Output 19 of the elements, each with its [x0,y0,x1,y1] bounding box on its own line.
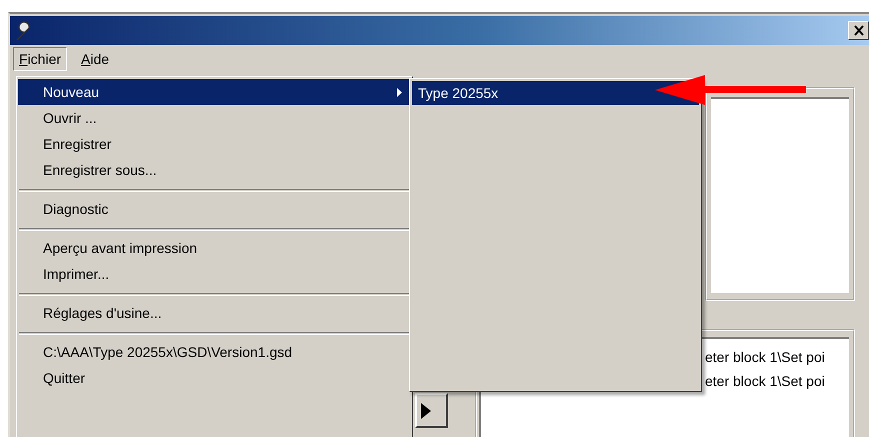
menu-item[interactable]: Type 20255x [412,81,699,105]
menu-item[interactable]: Nouveau [18,79,412,105]
menu-item[interactable]: Ouvrir ... [18,105,412,131]
menu-item[interactable]: Diagnostic [18,196,412,222]
list-item[interactable]: eter block 1\Set poi [705,345,849,369]
arrow-button[interactable] [415,393,448,428]
menu-bar-item[interactable]: Fichier [13,47,68,71]
menu-item[interactable]: Quitter [18,365,412,391]
menu-item[interactable]: Enregistrer sous... [18,157,412,183]
menu-item[interactable]: Enregistrer [18,131,412,157]
menu-item[interactable]: Aperçu avant impression [18,235,412,261]
close-button[interactable] [848,21,869,40]
menu-item[interactable]: C:\AAA\Type 20255x\GSD\Version1.gsd [18,339,412,365]
list-item[interactable]: eter block 1\Set poi [705,369,849,393]
menu-bar-item[interactable]: Aide [75,47,116,71]
menu-item[interactable]: Réglages d'usine... [18,300,412,326]
close-icon [852,25,864,36]
play-icon [421,402,431,418]
menu-item[interactable]: Imprimer... [18,261,412,287]
